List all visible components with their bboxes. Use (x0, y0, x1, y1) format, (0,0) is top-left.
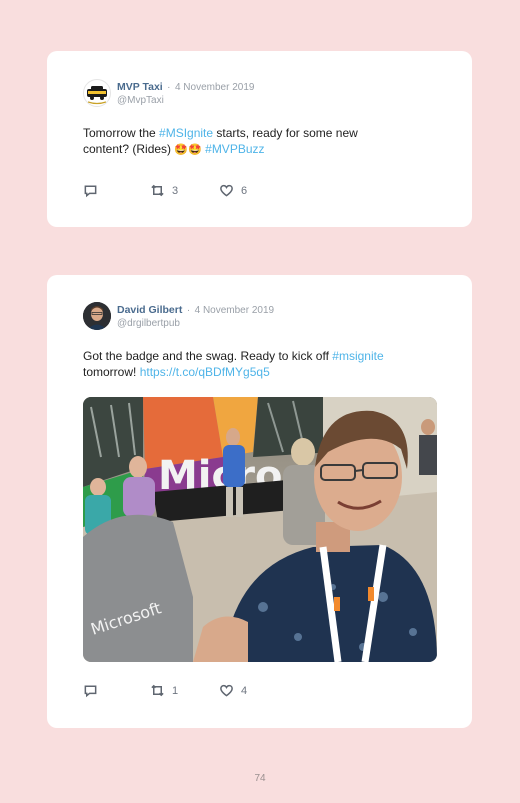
tweet-date[interactable]: 4 November 2019 (195, 305, 275, 316)
like-icon (220, 684, 233, 697)
tweet-date[interactable]: 4 November 2019 (175, 82, 255, 93)
star-struck-emoji: 🤩🤩 (174, 143, 202, 156)
separator-dot: · (167, 82, 171, 93)
tweet-actions: 3 6 (83, 183, 247, 198)
text-segment: content? (Rides) (83, 141, 175, 156)
reply-button[interactable] (83, 183, 150, 198)
tweet-card: David Gilbert · 4 November 2019 @drgilbe… (47, 275, 472, 728)
retweet-button[interactable]: 3 (150, 183, 219, 198)
text-segment: tomorrow! (83, 364, 140, 379)
selfie-image: Microsoft Microsoft (83, 397, 437, 662)
separator-dot: · (186, 305, 191, 316)
retweet-count: 1 (172, 684, 179, 697)
retweet-button[interactable]: 1 (150, 683, 219, 698)
like-icon (220, 184, 233, 197)
like-count: 4 (241, 684, 248, 697)
retweet-count: 3 (172, 184, 179, 197)
author-name[interactable]: David Gilbert (117, 304, 182, 316)
author-name[interactable]: MVP Taxi (117, 81, 163, 93)
avatar[interactable] (83, 302, 111, 330)
text-segment: Tomorrow the (83, 126, 160, 140)
reply-icon (84, 685, 97, 698)
tweet-actions: 1 4 (83, 683, 247, 698)
url-link[interactable]: https://t.co/qBDfMYg5q5 (140, 365, 270, 379)
avatar[interactable] (83, 79, 111, 107)
tweet-header: David Gilbert · 4 November 2019 @drgilbe… (83, 302, 274, 330)
retweet-icon (151, 684, 164, 697)
taxi-logo-icon (87, 86, 107, 105)
tweet-header: MVP Taxi · 4 November 2019 @MvpTaxi (83, 79, 254, 107)
page-number: 74 (254, 773, 266, 784)
hashtag-link[interactable]: #MSIgnite (159, 126, 213, 140)
author-handle[interactable]: @MvpTaxi (117, 94, 254, 107)
text-segment: Got the badge and the swag. Ready to kic… (83, 349, 333, 363)
retweet-icon (151, 184, 164, 197)
like-button[interactable]: 6 (219, 183, 247, 198)
profile-photo (83, 302, 111, 330)
hashtag-link[interactable]: #msignite (332, 349, 383, 363)
hashtag-link[interactable]: #MVPBuzz (205, 142, 264, 156)
text-segment: starts, ready for some new (213, 126, 358, 140)
tweet-card: MVP Taxi · 4 November 2019 @MvpTaxi Tomo… (47, 51, 472, 227)
author-handle[interactable]: @drgilbertpub (117, 317, 274, 330)
like-button[interactable]: 4 (219, 683, 247, 698)
tweet-text: Got the badge and the swag. Ready to kic… (83, 349, 423, 380)
reply-icon (84, 185, 97, 198)
tweet-text: Tomorrow the #MSIgnite starts, ready for… (83, 126, 423, 158)
like-count: 6 (241, 184, 248, 197)
reply-button[interactable] (83, 683, 150, 698)
tweet-photo[interactable]: Microsoft Microsoft (83, 397, 437, 662)
